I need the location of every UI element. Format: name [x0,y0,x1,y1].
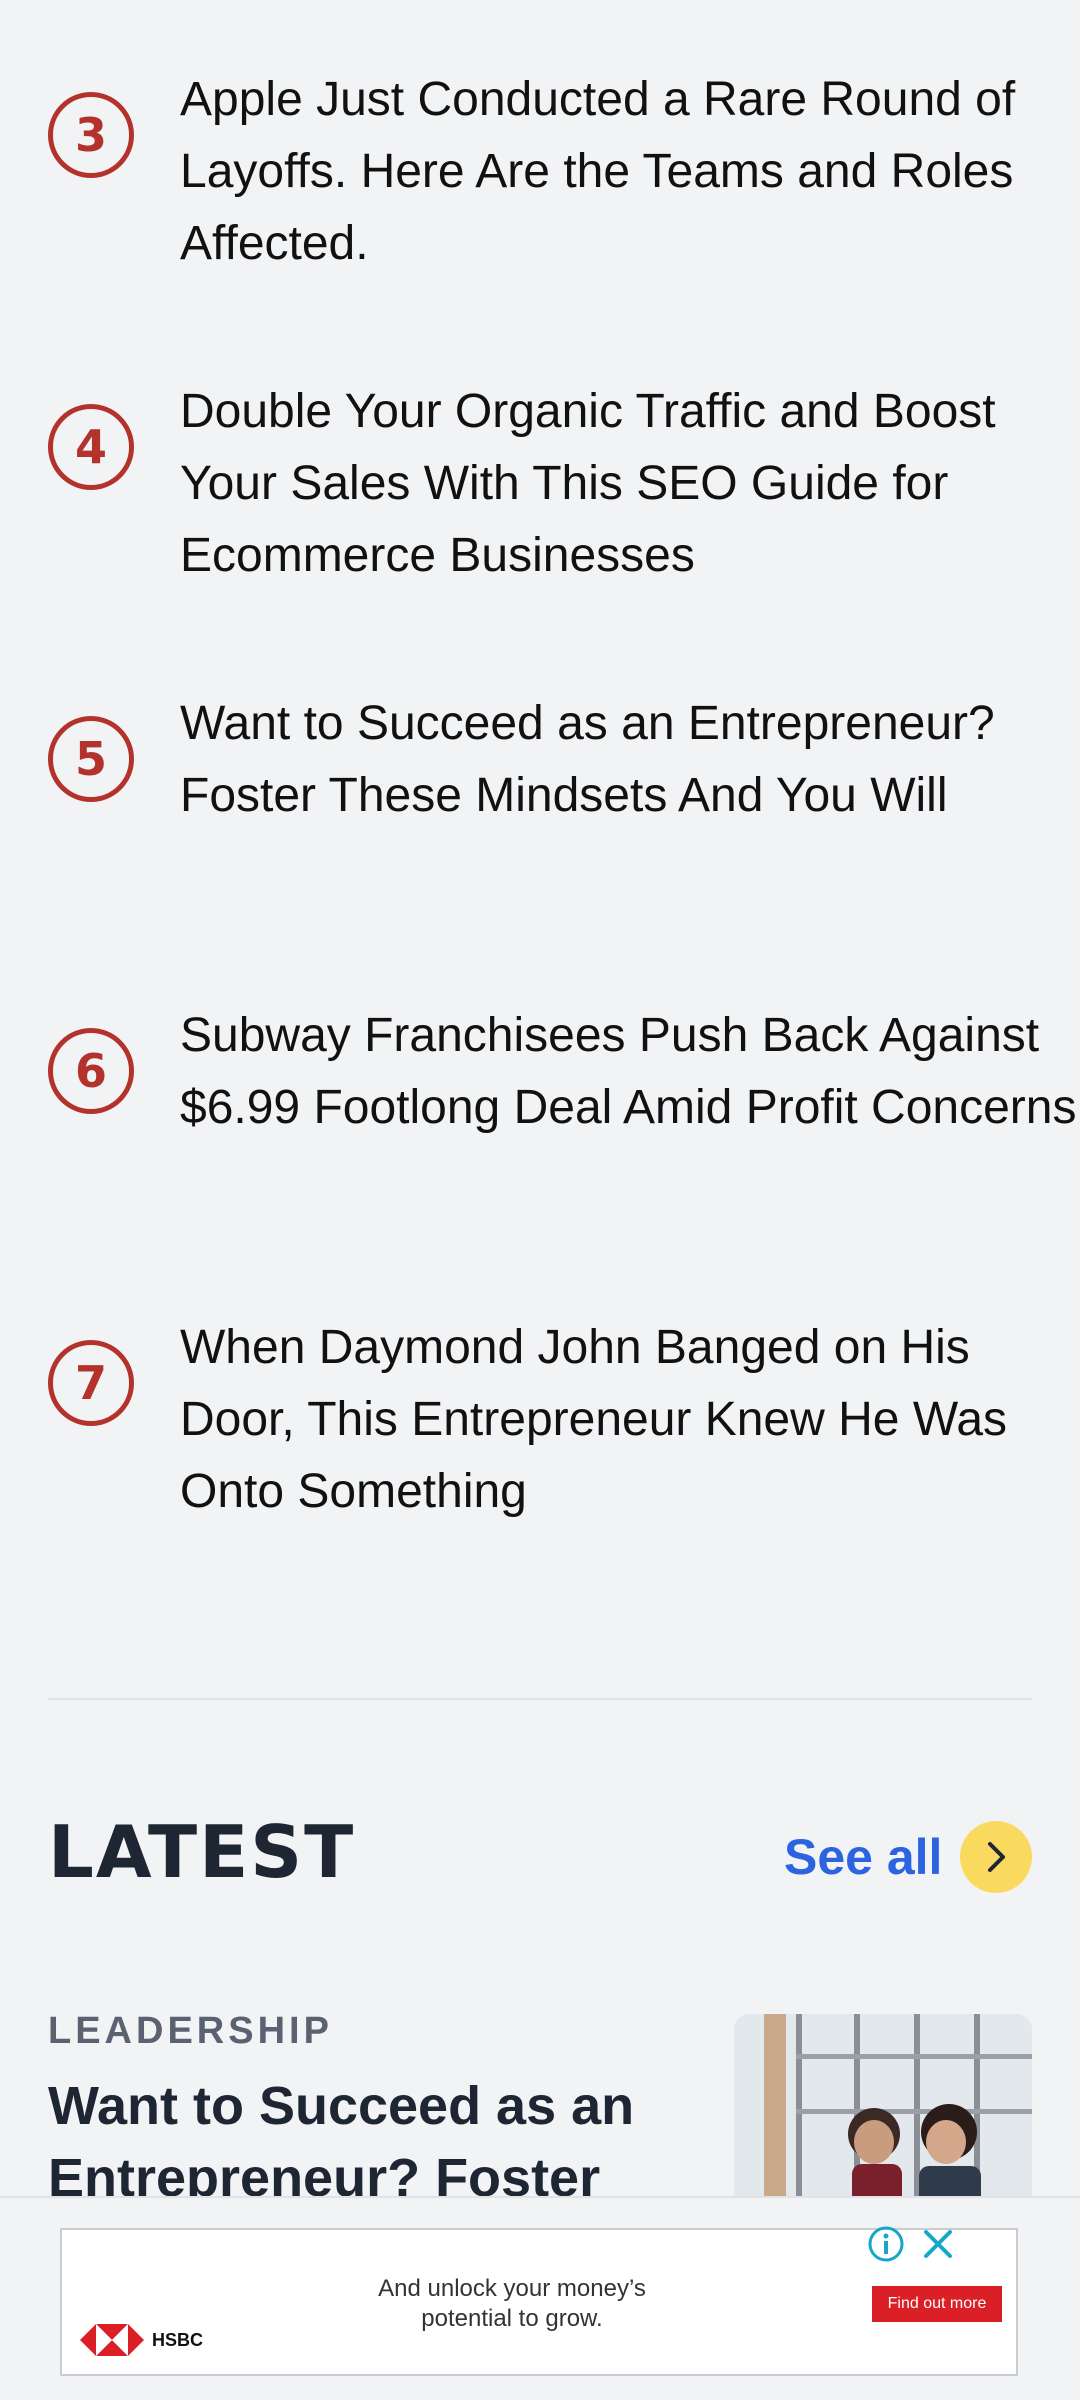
info-icon[interactable] [866,2224,906,2264]
article-link[interactable]: Subway Franchisees Push Back Against $6.… [180,1000,1080,1144]
section-divider [48,1698,1032,1700]
ad-text: And unlock your money’s potential to gro… [378,2275,646,2332]
section-heading: LATEST [48,1810,356,1894]
article-link[interactable]: Double Your Organic Traffic and Boost Yo… [180,376,1080,592]
chevron-right-icon [988,1842,1005,1872]
see-all-button[interactable] [960,1821,1032,1893]
article-title[interactable]: Want to Succeed as an Entrepreneur? Fost… [48,2070,688,2214]
rank-badge: 3 [48,92,134,178]
rank-badge: 6 [48,1028,134,1114]
rank-badge: 4 [48,404,134,490]
see-all-link[interactable]: See all [784,1828,942,1886]
rank-badge: 7 [48,1340,134,1426]
ad-cta-button[interactable]: Find out more [872,2286,1002,2322]
hsbc-logo-icon [80,2324,144,2356]
ad-brand: HSBC [80,2324,203,2356]
ad-brand-name: HSBC [152,2329,204,2350]
rank-badge: 5 [48,716,134,802]
close-icon[interactable] [918,2224,958,2264]
article-link[interactable]: When Daymond John Banged on His Door, Th… [180,1312,1080,1528]
article-link[interactable]: Apple Just Conducted a Rare Round of Lay… [180,64,1080,280]
article-category[interactable]: LEADERSHIP [48,2010,333,2053]
article-link[interactable]: Want to Succeed as an Entrepreneur? Fost… [180,688,1080,832]
